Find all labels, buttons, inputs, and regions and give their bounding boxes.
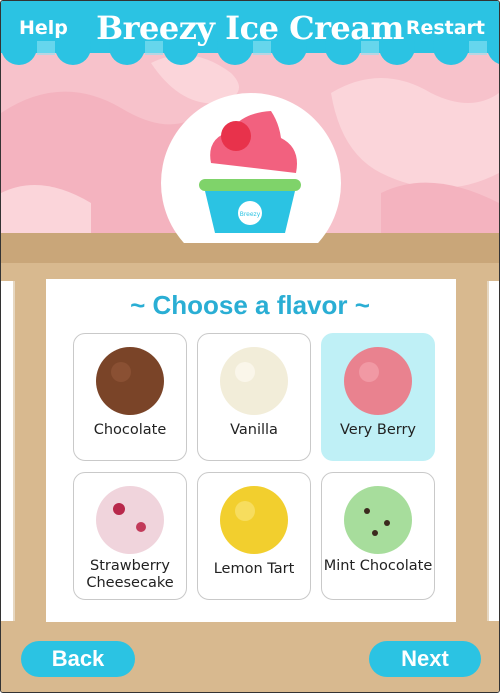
berry-scoop-icon — [344, 347, 412, 415]
flavor-vanilla[interactable]: Vanilla — [197, 333, 311, 461]
flavor-chocolate[interactable]: Chocolate — [73, 333, 187, 461]
flavor-label: Vanilla — [230, 422, 278, 438]
flavor-mint-chocolate[interactable]: Mint Chocolate — [321, 472, 435, 600]
flavor-label: Mint Chocolate — [323, 558, 433, 574]
back-button[interactable]: Back — [21, 641, 135, 677]
flavor-label: Lemon Tart — [213, 561, 295, 577]
flavor-label: Chocolate — [93, 422, 167, 438]
ice-cream-cup-icon: Breezy — [161, 93, 341, 243]
game-frame: Help Breezy Ice Cream Restart Breezy ~ C… — [0, 0, 500, 693]
restart-button[interactable]: Restart — [406, 17, 485, 39]
strawberry-cheesecake-scoop-icon — [96, 486, 164, 554]
flavor-label: Strawberry Cheesecake — [86, 558, 174, 591]
lemon-scoop-icon — [220, 486, 288, 554]
flavor-label: Very Berry — [340, 422, 416, 438]
vanilla-scoop-icon — [220, 347, 288, 415]
flavor-strawberry-cheesecake[interactable]: Strawberry Cheesecake — [73, 472, 187, 600]
chocolate-scoop-icon — [96, 347, 164, 415]
flavor-lemon-tart[interactable]: Lemon Tart — [197, 472, 311, 600]
flavor-very-berry[interactable]: Very Berry — [321, 333, 435, 461]
next-button[interactable]: Next — [369, 641, 481, 677]
side-panel-left — [1, 281, 15, 621]
cup-logo: Breezy — [240, 211, 261, 218]
choose-flavor-heading: ~ Choose a flavor ~ — [130, 290, 370, 320]
side-panel-right — [487, 281, 499, 621]
mint-scoop-icon — [344, 486, 412, 554]
